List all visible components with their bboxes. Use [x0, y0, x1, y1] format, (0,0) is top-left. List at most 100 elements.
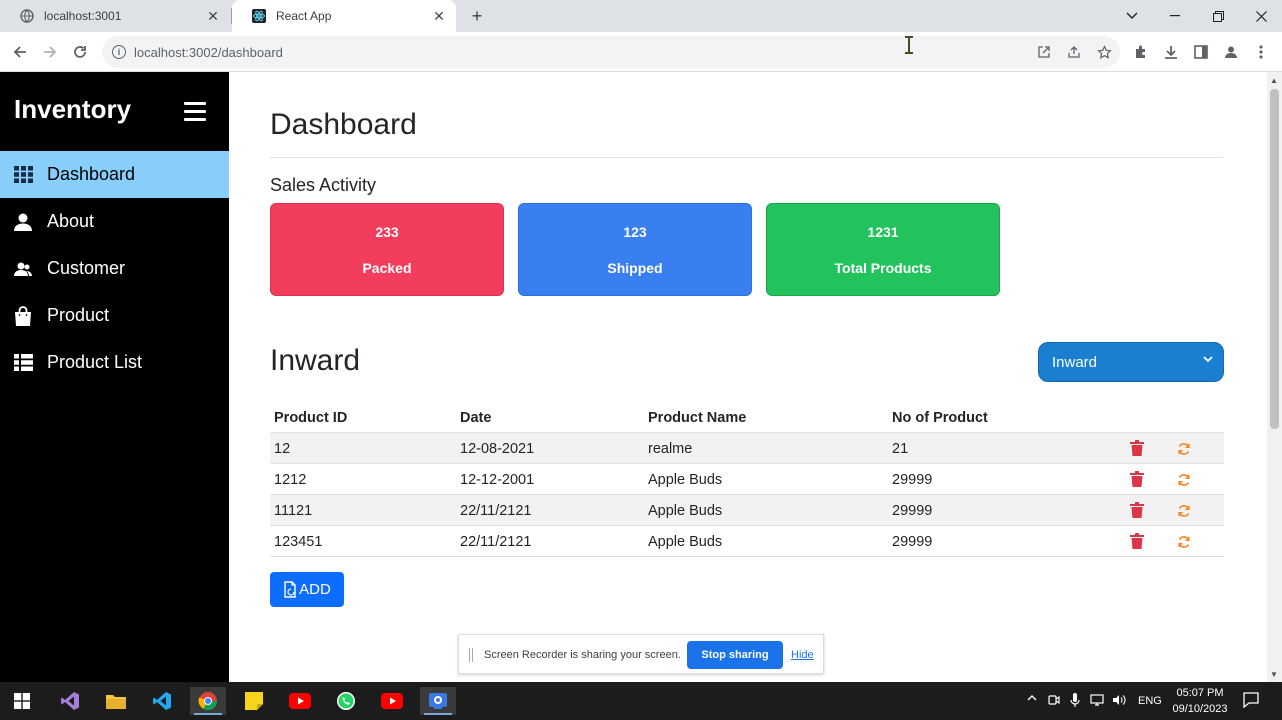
volume-icon[interactable]	[1112, 694, 1126, 709]
youtube-icon[interactable]	[282, 687, 318, 715]
product-name-cell: Apple Buds	[648, 472, 723, 488]
hide-link[interactable]: Hide	[791, 649, 814, 661]
scroll-up-arrow-icon[interactable]: ▲	[1270, 76, 1278, 85]
sidebar-item-dashboard[interactable]: Dashboard	[0, 151, 229, 198]
sidebar-item-label: Product	[47, 305, 110, 325]
table-header: Product ID Date Product Name No of Produ…	[270, 402, 1224, 433]
tab-search-chevron-icon[interactable]	[1110, 0, 1154, 32]
youtube-icon[interactable]	[374, 687, 410, 715]
microphone-icon[interactable]	[1070, 693, 1080, 710]
bookmark-star-icon[interactable]	[1096, 44, 1112, 60]
hamburger-menu-icon[interactable]	[184, 102, 206, 122]
product-name-cell: Apple Buds	[648, 503, 723, 519]
file-explorer-icon[interactable]	[98, 687, 134, 715]
address-bar[interactable]: i localhost:3002/dashboard	[102, 36, 1120, 68]
clock-time: 05:07 PM	[1176, 687, 1224, 699]
profile-icon[interactable]	[1222, 43, 1240, 61]
windows-taskbar: ENG 05:07 PM 09/10/2023	[0, 682, 1282, 720]
date-cell: 12-08-2021	[460, 441, 535, 457]
product-id-cell: 1212	[274, 472, 307, 488]
minimize-button[interactable]	[1153, 0, 1197, 32]
vscode-icon[interactable]	[144, 687, 180, 715]
total-products-card: 1231 Total Products	[766, 203, 1000, 296]
main-content: Dashboard Sales Activity 233 Packed 123 …	[229, 72, 1267, 682]
whatsapp-icon[interactable]	[328, 687, 364, 715]
restore-button[interactable]	[1196, 0, 1240, 32]
trash-icon[interactable]	[1130, 502, 1146, 520]
chevron-up-icon[interactable]	[1027, 692, 1037, 704]
column-header: Product Name	[648, 410, 747, 426]
refresh-icon[interactable]	[1177, 504, 1193, 522]
share-icon[interactable]	[1066, 44, 1082, 60]
sidebar-item-product-list[interactable]: Product List	[0, 339, 229, 386]
globe-icon	[20, 9, 34, 23]
product-name-cell: realme	[648, 441, 693, 457]
shipped-label: Shipped	[607, 260, 663, 276]
date-cell: 22/11/2121	[460, 534, 532, 550]
close-icon[interactable]: ✕	[204, 7, 222, 25]
table-row: 11121 22/11/2121 Apple Buds 29999	[270, 495, 1224, 526]
meet-now-icon[interactable]	[1048, 694, 1060, 709]
back-arrow-icon[interactable]	[8, 40, 32, 64]
quantity-cell: 29999	[892, 534, 933, 550]
browser-tab-localhost-3001[interactable]: localhost:3001 ✕	[0, 0, 230, 32]
sticky-notes-icon[interactable]	[236, 687, 272, 715]
browser-tab-react-app[interactable]: React App ✕	[232, 0, 456, 32]
download-icon[interactable]	[1162, 43, 1180, 61]
sidebar-item-about[interactable]: About	[0, 198, 229, 245]
chevron-down-icon	[1203, 354, 1213, 366]
trash-icon[interactable]	[1130, 533, 1146, 551]
page-scrollbar[interactable]: ▲ ▼	[1267, 72, 1282, 682]
visual-studio-icon[interactable]	[52, 687, 88, 715]
inward-select[interactable]: Inward	[1038, 342, 1224, 382]
share-message: Screen Recorder is sharing your screen.	[484, 649, 681, 661]
react-logo-icon	[252, 9, 266, 23]
drag-handle[interactable]	[469, 648, 473, 662]
windows-start-icon[interactable]	[4, 687, 40, 715]
scroll-thumb[interactable]	[1270, 89, 1279, 429]
sidebar-item-customer[interactable]: Customer	[0, 245, 229, 292]
sales-activity-heading: Sales Activity	[270, 175, 377, 195]
extensions-puzzle-icon[interactable]	[1132, 43, 1150, 61]
add-button[interactable]: ADD	[270, 572, 344, 607]
total-products-count: 1231	[867, 224, 899, 240]
notification-icon[interactable]	[1243, 692, 1259, 711]
new-tab-button[interactable]: +	[466, 5, 488, 27]
browser-toolbar: i localhost:3002/dashboard	[0, 32, 1282, 72]
scroll-down-arrow-icon[interactable]: ▼	[1270, 670, 1278, 679]
inward-heading: Inward	[270, 344, 361, 377]
refresh-icon[interactable]	[1177, 442, 1193, 460]
side-panel-icon[interactable]	[1192, 43, 1210, 61]
close-icon[interactable]: ✕	[430, 7, 448, 25]
quantity-cell: 29999	[892, 503, 933, 519]
trash-icon[interactable]	[1130, 440, 1146, 458]
quantity-cell: 21	[892, 441, 909, 457]
column-header: Date	[460, 410, 492, 426]
packed-card: 233 Packed	[270, 203, 504, 296]
tab-title: localhost:3001	[44, 9, 122, 23]
stop-sharing-button[interactable]: Stop sharing	[687, 641, 783, 669]
refresh-icon[interactable]	[1177, 473, 1193, 491]
screen-recorder-icon[interactable]	[420, 687, 456, 715]
brand-title: Inventory	[14, 94, 132, 124]
reload-icon[interactable]	[68, 40, 92, 64]
language-indicator[interactable]: ENG	[1138, 695, 1162, 707]
trash-icon[interactable]	[1130, 471, 1146, 489]
product-id-cell: 12	[274, 441, 291, 457]
info-icon[interactable]: i	[112, 45, 126, 59]
ibeam-cursor-icon	[903, 36, 915, 54]
open-external-icon[interactable]	[1036, 44, 1052, 60]
url-text: localhost:3002/dashboard	[134, 44, 283, 60]
sidebar-item-product[interactable]: Product	[0, 292, 229, 339]
refresh-icon[interactable]	[1177, 535, 1193, 553]
shipped-card: 123 Shipped	[518, 203, 752, 296]
date-cell: 12-12-2001	[460, 472, 535, 488]
close-window-button[interactable]	[1239, 0, 1282, 32]
browser-tab-strip: localhost:3001 ✕ React App ✕ +	[0, 0, 1282, 32]
forward-arrow-icon[interactable]	[38, 40, 62, 64]
more-menu-icon[interactable]	[1252, 43, 1270, 61]
system-clock[interactable]: 05:07 PM 09/10/2023	[1170, 685, 1230, 717]
chrome-icon[interactable]	[190, 687, 226, 715]
network-icon[interactable]	[1090, 694, 1104, 709]
table-row: 12 12-08-2021 realme 21	[270, 433, 1224, 464]
